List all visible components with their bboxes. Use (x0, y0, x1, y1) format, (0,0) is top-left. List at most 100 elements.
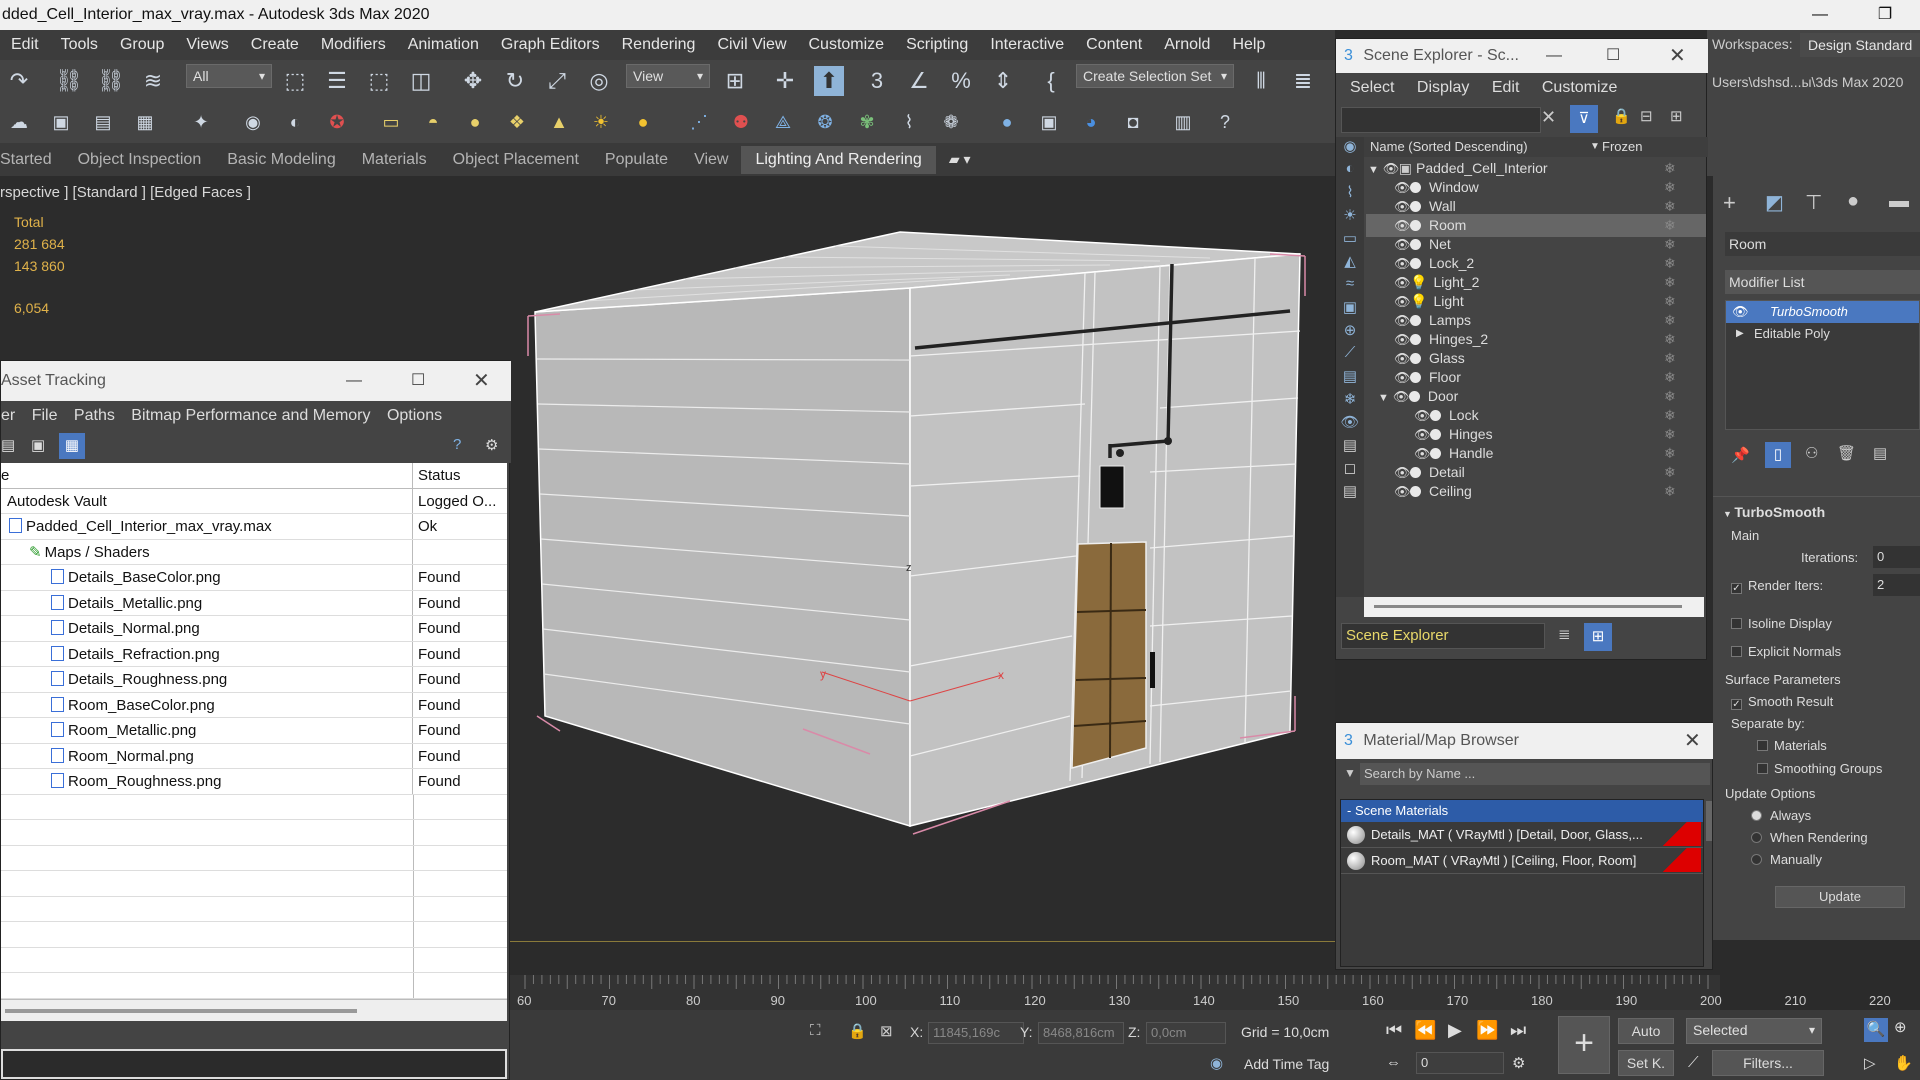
tab-started[interactable]: Started (0, 151, 65, 169)
tab-materials[interactable]: Materials (349, 151, 440, 169)
material-browser-titlebar[interactable]: 3 Material/Map Browser ✕ (1336, 723, 1714, 759)
next-frame-icon[interactable]: ⏩ (1476, 1020, 1498, 1041)
render-setup-icon[interactable]: ▣ (1034, 107, 1064, 137)
keyboard-shortcut-toggle-icon[interactable]: ⬆ (814, 66, 844, 96)
isolate-selection-icon[interactable]: ⛶ (810, 1022, 821, 1039)
snaps-toggle-icon[interactable]: 3 (862, 66, 892, 96)
table-row[interactable]: Details_Normal.png Found (1, 616, 507, 642)
vray-proxy-icon[interactable]: ⋰ (684, 107, 714, 137)
menu-rendering[interactable]: Rendering (611, 36, 707, 54)
asset-tracking-titlebar[interactable]: Asset Tracking — ☐ ✕ (1, 361, 511, 401)
zoom-icon[interactable]: 🔍 (1864, 1018, 1888, 1042)
materials-checkbox[interactable]: Materials (1757, 738, 1827, 753)
tab-populate[interactable]: Populate (592, 151, 681, 169)
add-time-tag[interactable]: Add Time Tag (1244, 1056, 1329, 1072)
remove-modifier-icon[interactable]: 🗑 (1837, 444, 1856, 462)
menu-customize[interactable]: Customize (1542, 79, 1618, 96)
scene-materials-group[interactable]: - Scene Materials (1341, 800, 1703, 822)
select-by-name-icon[interactable]: ☰ (322, 66, 352, 96)
scale-icon[interactable]: ⤢ (542, 66, 572, 96)
asset-path-field[interactable] (1, 1049, 507, 1079)
hierarchy-view-icon[interactable]: ⊞ (1584, 623, 1612, 651)
spinner-snap-icon[interactable]: ⇕ (988, 66, 1018, 96)
table-row[interactable]: Room_BaseColor.png Found (1, 692, 507, 718)
vray-fur-icon[interactable]: ⚉ (726, 107, 756, 137)
time-tag-icon[interactable]: ◉ (1210, 1054, 1223, 1072)
menu-interactive[interactable]: Interactive (979, 36, 1075, 54)
vray-fur2-icon[interactable]: ✾ (852, 107, 882, 137)
tab-object-inspection[interactable]: Object Inspection (65, 151, 215, 169)
help-icon[interactable]: ? (1210, 107, 1240, 137)
render-iters-checkbox[interactable]: ✓ Render Iters: (1731, 578, 1823, 594)
frame-buffer-icon[interactable]: ◘ (1118, 107, 1148, 137)
filters-button[interactable]: Filters... (1712, 1050, 1824, 1076)
mesh-light-icon[interactable]: ❖ (502, 107, 532, 137)
pan-icon[interactable]: ✋ (1894, 1054, 1913, 1072)
sort-desc-icon[interactable]: ▼ (1590, 137, 1600, 157)
restore-button[interactable]: ❐ (1865, 0, 1905, 30)
menu-select[interactable]: Select (1350, 79, 1394, 96)
update-when-rendering-radio[interactable]: When Rendering (1751, 830, 1868, 845)
col-status-header[interactable]: Status (414, 463, 507, 488)
update-button[interactable]: Update (1775, 886, 1905, 908)
zoom-all-icon[interactable]: ⊕ (1894, 1018, 1907, 1036)
display-tab-icon[interactable]: ▬ (1889, 190, 1909, 213)
sun-icon[interactable]: ☀ (586, 107, 616, 137)
schematic-view-icon[interactable]: ▦ (130, 107, 160, 137)
material-item[interactable]: Details_MAT ( VRayMtl ) [Detail, Door, G… (1341, 822, 1703, 848)
selection-lock-icon[interactable]: 🔒 (848, 1022, 867, 1040)
close-icon[interactable]: ✕ (473, 361, 490, 401)
pin-stack-icon[interactable]: 📌 (1731, 446, 1750, 464)
menu-graph-editors[interactable]: Graph Editors (490, 36, 611, 54)
lock-icon[interactable]: 🔒 (1612, 107, 1631, 125)
material-editor-icon[interactable]: ● (992, 107, 1022, 137)
menu-edit[interactable]: Edit (1492, 79, 1520, 96)
stack-item-turbosmooth[interactable]: 👁 TurboSmooth (1726, 301, 1919, 323)
vray-settings-icon[interactable]: ▥ (1168, 107, 1198, 137)
menu-options[interactable]: Options (387, 407, 442, 424)
table-row[interactable]: Details_Refraction.png Found (1, 641, 507, 667)
col-frozen-header[interactable]: Frozen (1602, 137, 1642, 157)
modifier-list-dropdown[interactable]: Modifier List (1725, 270, 1920, 294)
table-row[interactable]: Room_Normal.png Found (1, 743, 507, 769)
play-icon[interactable]: ▶ (1448, 1020, 1462, 1041)
vray-icon[interactable]: ✪ (322, 107, 352, 137)
percent-snap-icon[interactable]: % (946, 66, 976, 96)
select-manipulate-icon[interactable]: ✛ (770, 66, 800, 96)
set-key-button[interactable]: Set K. (1618, 1050, 1674, 1076)
thumbnail-view-icon[interactable]: ▣ (31, 436, 45, 454)
tab-lighting-and-rendering[interactable]: Lighting And Rendering (741, 145, 936, 174)
filter-icon[interactable]: ⊽ (1570, 105, 1598, 133)
close-icon[interactable]: ✕ (1669, 39, 1686, 73)
list-view-icon[interactable]: ▤ (1, 436, 15, 454)
menu-animation[interactable]: Animation (397, 36, 490, 54)
expand-icon[interactable]: ⊞ (1670, 107, 1683, 125)
vray-plane-icon[interactable]: ⟁ (768, 107, 798, 137)
menu-display[interactable]: Display (1417, 79, 1469, 96)
absolute-mode-icon[interactable]: ⊠ (880, 1022, 893, 1040)
explicit-normals-checkbox[interactable]: Explicit Normals (1731, 644, 1841, 659)
workspaces-dropdown[interactable]: Design Standard (1800, 33, 1920, 57)
ribbon-options-icon[interactable]: ▰ ▾ (936, 151, 984, 168)
key-tangent-icon[interactable]: ⟋ (1688, 1054, 1699, 1071)
menu-paths[interactable]: Paths (74, 407, 115, 424)
modifier-visible-icon[interactable]: 👁 (1732, 301, 1749, 323)
menu-arnold[interactable]: Arnold (1153, 36, 1221, 54)
menu-file[interactable]: File (32, 407, 58, 424)
show-end-result-icon[interactable]: ▯ (1765, 442, 1791, 468)
hierarchy-tab-icon[interactable]: ⊤ (1805, 190, 1822, 215)
clear-search-icon[interactable]: ✕ (1541, 107, 1556, 128)
rectangular-selection-icon[interactable]: ⬚ (364, 66, 394, 96)
rollout-turbosmooth[interactable]: ▼ TurboSmooth (1723, 504, 1825, 520)
current-frame-spinner[interactable]: 0 (1416, 1052, 1504, 1074)
menu-create[interactable]: Create (240, 36, 310, 54)
move-icon[interactable]: ✥ (458, 66, 488, 96)
horizontal-scrollbar[interactable] (1, 998, 507, 1021)
sphere-light2-icon[interactable]: ● (460, 107, 490, 137)
visibility-icon[interactable]: 👁 (1394, 480, 1411, 503)
vray-decal-icon[interactable]: ❁ (936, 107, 966, 137)
motion-tab-icon[interactable]: ● (1847, 190, 1859, 213)
menu-group[interactable]: Group (109, 36, 175, 54)
smoothing-groups-checkbox[interactable]: Smoothing Groups (1757, 761, 1882, 776)
window-crossing-icon[interactable]: ◫ (406, 66, 436, 96)
